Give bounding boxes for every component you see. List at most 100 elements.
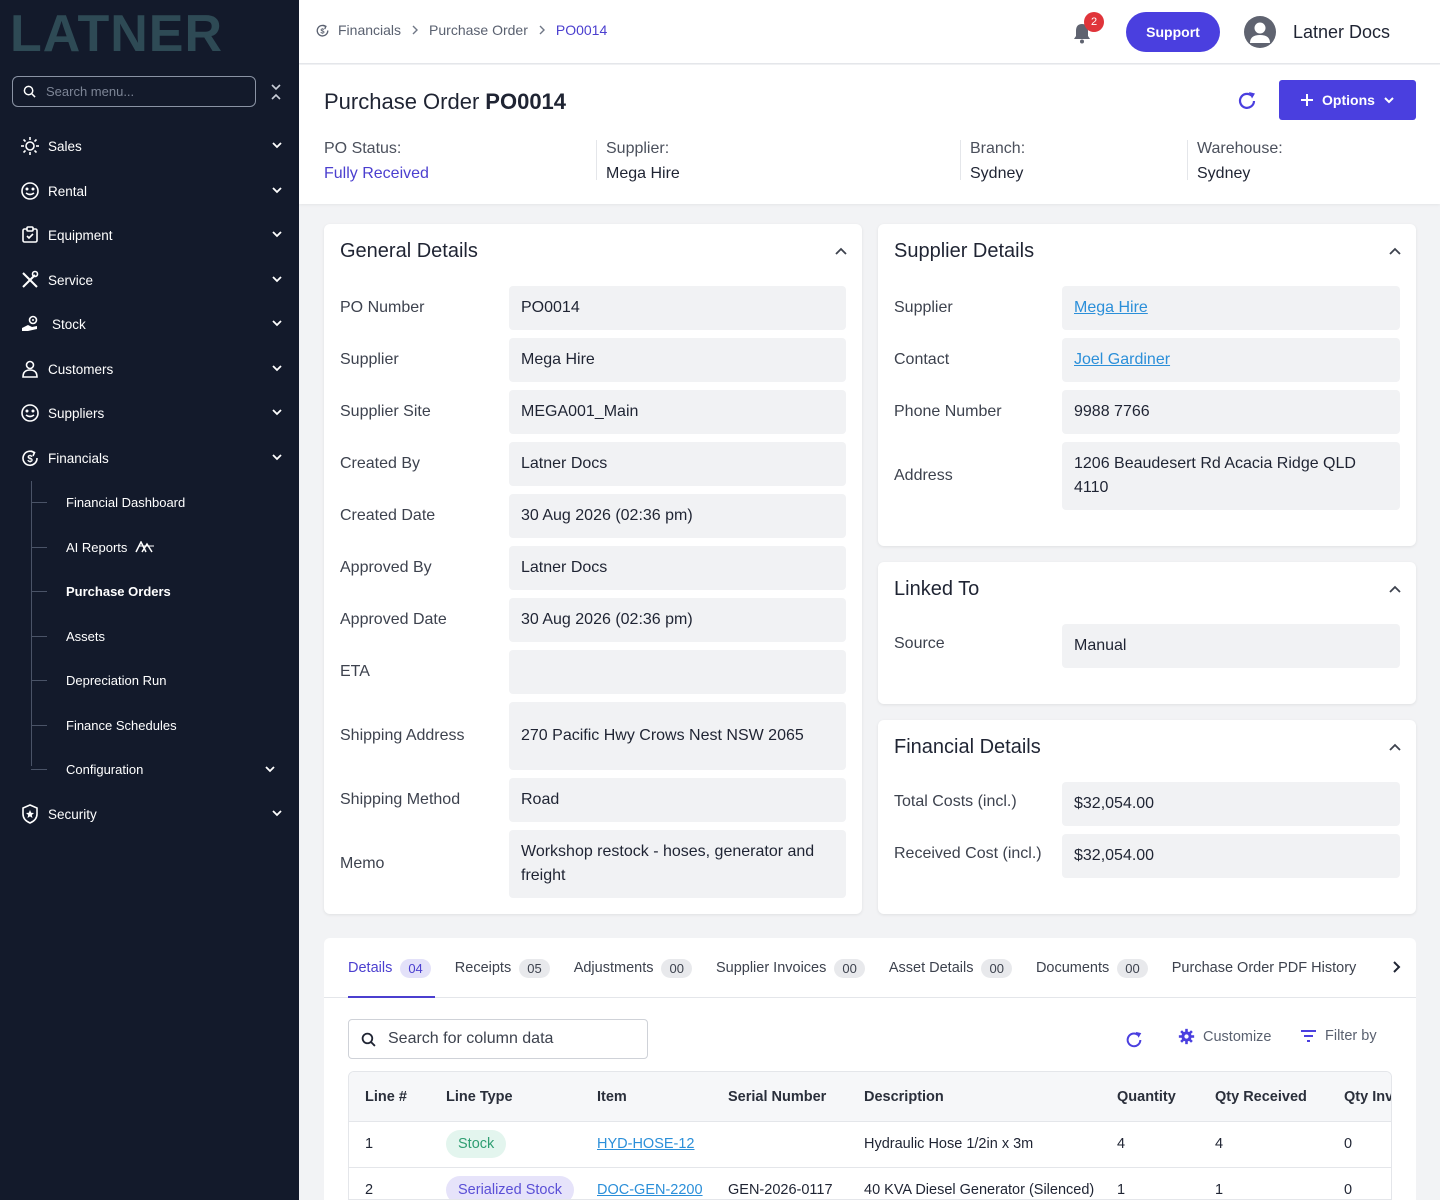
tab-count: 00 <box>661 958 692 978</box>
tree-branch <box>31 547 47 548</box>
breadcrumb-financials[interactable]: Financials <box>338 22 401 38</box>
field-label: Address <box>894 467 953 484</box>
sales-icon <box>19 136 40 157</box>
memo-value: Workshop restock - hoses, generator and … <box>509 830 846 898</box>
phone-number-value: 9988 7766 <box>1062 390 1400 434</box>
item-link[interactable]: DOC-GEN-2200 <box>597 1182 703 1198</box>
supplier-link[interactable]: Mega Hire <box>1074 296 1148 320</box>
menu-search-input[interactable] <box>46 84 236 99</box>
tab-receipts[interactable]: Receipts 05 <box>455 958 550 978</box>
plus-icon <box>1301 94 1314 106</box>
sidebar-item-financials[interactable]: $ Financials <box>0 442 299 474</box>
customers-icon <box>19 359 40 380</box>
column-header[interactable]: Qty Received <box>1215 1089 1307 1105</box>
cell-item: HYD-HOSE-12 <box>597 1136 695 1152</box>
sidebar-subitem-purchase-orders[interactable]: Purchase Orders <box>66 579 171 603</box>
cell-serial: GEN-2026-0117 <box>728 1182 833 1198</box>
refresh-icon[interactable] <box>1124 1030 1144 1050</box>
line-type-badge: Serialized Stock <box>446 1176 574 1199</box>
chevron-up-icon <box>272 454 282 461</box>
item-link[interactable]: HYD-HOSE-12 <box>597 1136 695 1152</box>
divider <box>960 140 961 180</box>
sidebar-subitem-assets[interactable]: Assets <box>66 624 105 648</box>
column-header[interactable]: Line Type <box>446 1089 513 1105</box>
chevron-right-icon[interactable] <box>1392 960 1402 974</box>
cell-description: Hydraulic Hose 1/2in x 3m <box>864 1136 1034 1152</box>
chevron-up-icon[interactable] <box>1388 244 1402 258</box>
column-search-input[interactable] <box>388 1030 628 1048</box>
column-header[interactable]: Description <box>864 1089 944 1105</box>
tree-branch <box>31 591 47 592</box>
tab-count: 00 <box>981 958 1012 978</box>
field-label: PO Status: <box>324 140 402 157</box>
chevron-up-icon[interactable] <box>1388 582 1402 596</box>
tab-documents[interactable]: Documents 00 <box>1036 958 1148 978</box>
field-label: Memo <box>340 855 385 872</box>
cell-qty-invoiced: 0 <box>1344 1136 1353 1152</box>
tab-details[interactable]: Details 04 <box>348 958 431 978</box>
tab-count: 04 <box>400 958 431 978</box>
column-header[interactable]: Serial Number <box>728 1089 826 1105</box>
sidebar-item-equipment[interactable]: Equipment <box>0 219 299 251</box>
tab-asset-details[interactable]: Asset Details 00 <box>889 958 1012 978</box>
menu-search[interactable] <box>12 76 256 107</box>
sidebar-item-stock[interactable]: Stock <box>0 308 299 340</box>
card-title: Financial Details <box>894 736 1041 758</box>
sidebar-subitem-finance-schedules[interactable]: Finance Schedules <box>66 713 177 737</box>
shipping-address-value: 270 Pacific Hwy Crows Nest NSW 2065 <box>509 702 846 770</box>
tab-label: Adjustments <box>573 960 654 976</box>
service-icon <box>19 270 40 291</box>
column-header[interactable]: Item <box>597 1089 627 1105</box>
contact-link[interactable]: Joel Gardiner <box>1074 348 1170 372</box>
field-label: Approved Date <box>340 611 447 628</box>
tab-purchase-order-pdf-history[interactable]: Purchase Order PDF History <box>1172 958 1357 978</box>
sidebar-item-service[interactable]: Service <box>0 264 299 296</box>
tree-branch <box>31 680 47 681</box>
chevron-down-icon <box>272 142 282 149</box>
options-button[interactable]: Options <box>1279 80 1416 120</box>
chevron-up-icon[interactable] <box>834 244 848 258</box>
table-row[interactable]: 2 Serialized Stock DOC-GEN-2200 GEN-2026… <box>349 1168 1391 1199</box>
latner-logo[interactable]: LATNER <box>10 10 280 56</box>
search-icon <box>23 85 36 98</box>
chevron-down-icon <box>272 365 282 372</box>
table-row[interactable]: 1 Stock HYD-HOSE-12 Hydraulic Hose 1/2in… <box>349 1122 1391 1168</box>
chevron-up-icon[interactable] <box>1388 740 1402 754</box>
ai-sparkle-icon <box>135 541 155 553</box>
customize-button[interactable]: Customize <box>1178 1028 1272 1045</box>
sidebar-item-customers[interactable]: Customers <box>0 353 299 385</box>
received-cost-value: $32,054.00 <box>1062 834 1400 878</box>
column-header[interactable]: Qty Inv <box>1344 1089 1391 1105</box>
sidebar-subitem-ai-reports[interactable]: AI Reports <box>66 535 155 559</box>
lines-panel: Details 04 Receipts 05 Adjustments 00 Suppl… <box>324 938 1416 1200</box>
support-button[interactable]: Support <box>1126 12 1220 52</box>
sidebar-item-security[interactable]: Security <box>0 798 299 830</box>
sidebar-item-rental[interactable]: Rental <box>0 175 299 207</box>
refresh-icon[interactable] <box>1236 90 1258 112</box>
field-label: Created Date <box>340 507 436 524</box>
tab-supplier-invoices[interactable]: Supplier Invoices 00 <box>716 958 865 978</box>
source-value: Manual <box>1062 624 1400 668</box>
sidebar-subitem-financial-dashboard[interactable]: Financial Dashboard <box>66 490 185 514</box>
user-name[interactable]: Latner Docs <box>1293 22 1390 43</box>
gear-icon <box>1178 1028 1195 1045</box>
column-header[interactable]: Quantity <box>1117 1089 1176 1105</box>
avatar[interactable] <box>1244 16 1276 48</box>
financial-details-card: Financial Details Total Costs (incl.) $3… <box>878 720 1416 914</box>
column-search[interactable] <box>348 1019 648 1059</box>
tab-adjustments[interactable]: Adjustments 00 <box>574 958 692 978</box>
breadcrumb-purchase-order[interactable]: Purchase Order <box>429 22 528 38</box>
filter-button[interactable]: Filter by <box>1300 1028 1377 1044</box>
field-label: Approved By <box>340 559 432 576</box>
chevron-down-icon <box>272 810 282 817</box>
field-label: Total Costs (incl.) <box>894 793 1017 810</box>
suppliers-icon <box>19 403 40 424</box>
chevron-down-icon <box>272 320 282 327</box>
sidebar-item-sales[interactable]: Sales <box>0 130 299 162</box>
sidebar-subitem-depreciation-run[interactable]: Depreciation Run <box>66 668 166 692</box>
column-header[interactable]: Line # <box>365 1089 407 1105</box>
sidebar-item-suppliers[interactable]: Suppliers <box>0 397 299 429</box>
collapse-sidebar-icon[interactable] <box>268 82 284 102</box>
created-date-value: 30 Aug 2026 (02:36 pm) <box>509 494 846 538</box>
sidebar-subitem-configuration[interactable]: Configuration <box>66 757 276 781</box>
